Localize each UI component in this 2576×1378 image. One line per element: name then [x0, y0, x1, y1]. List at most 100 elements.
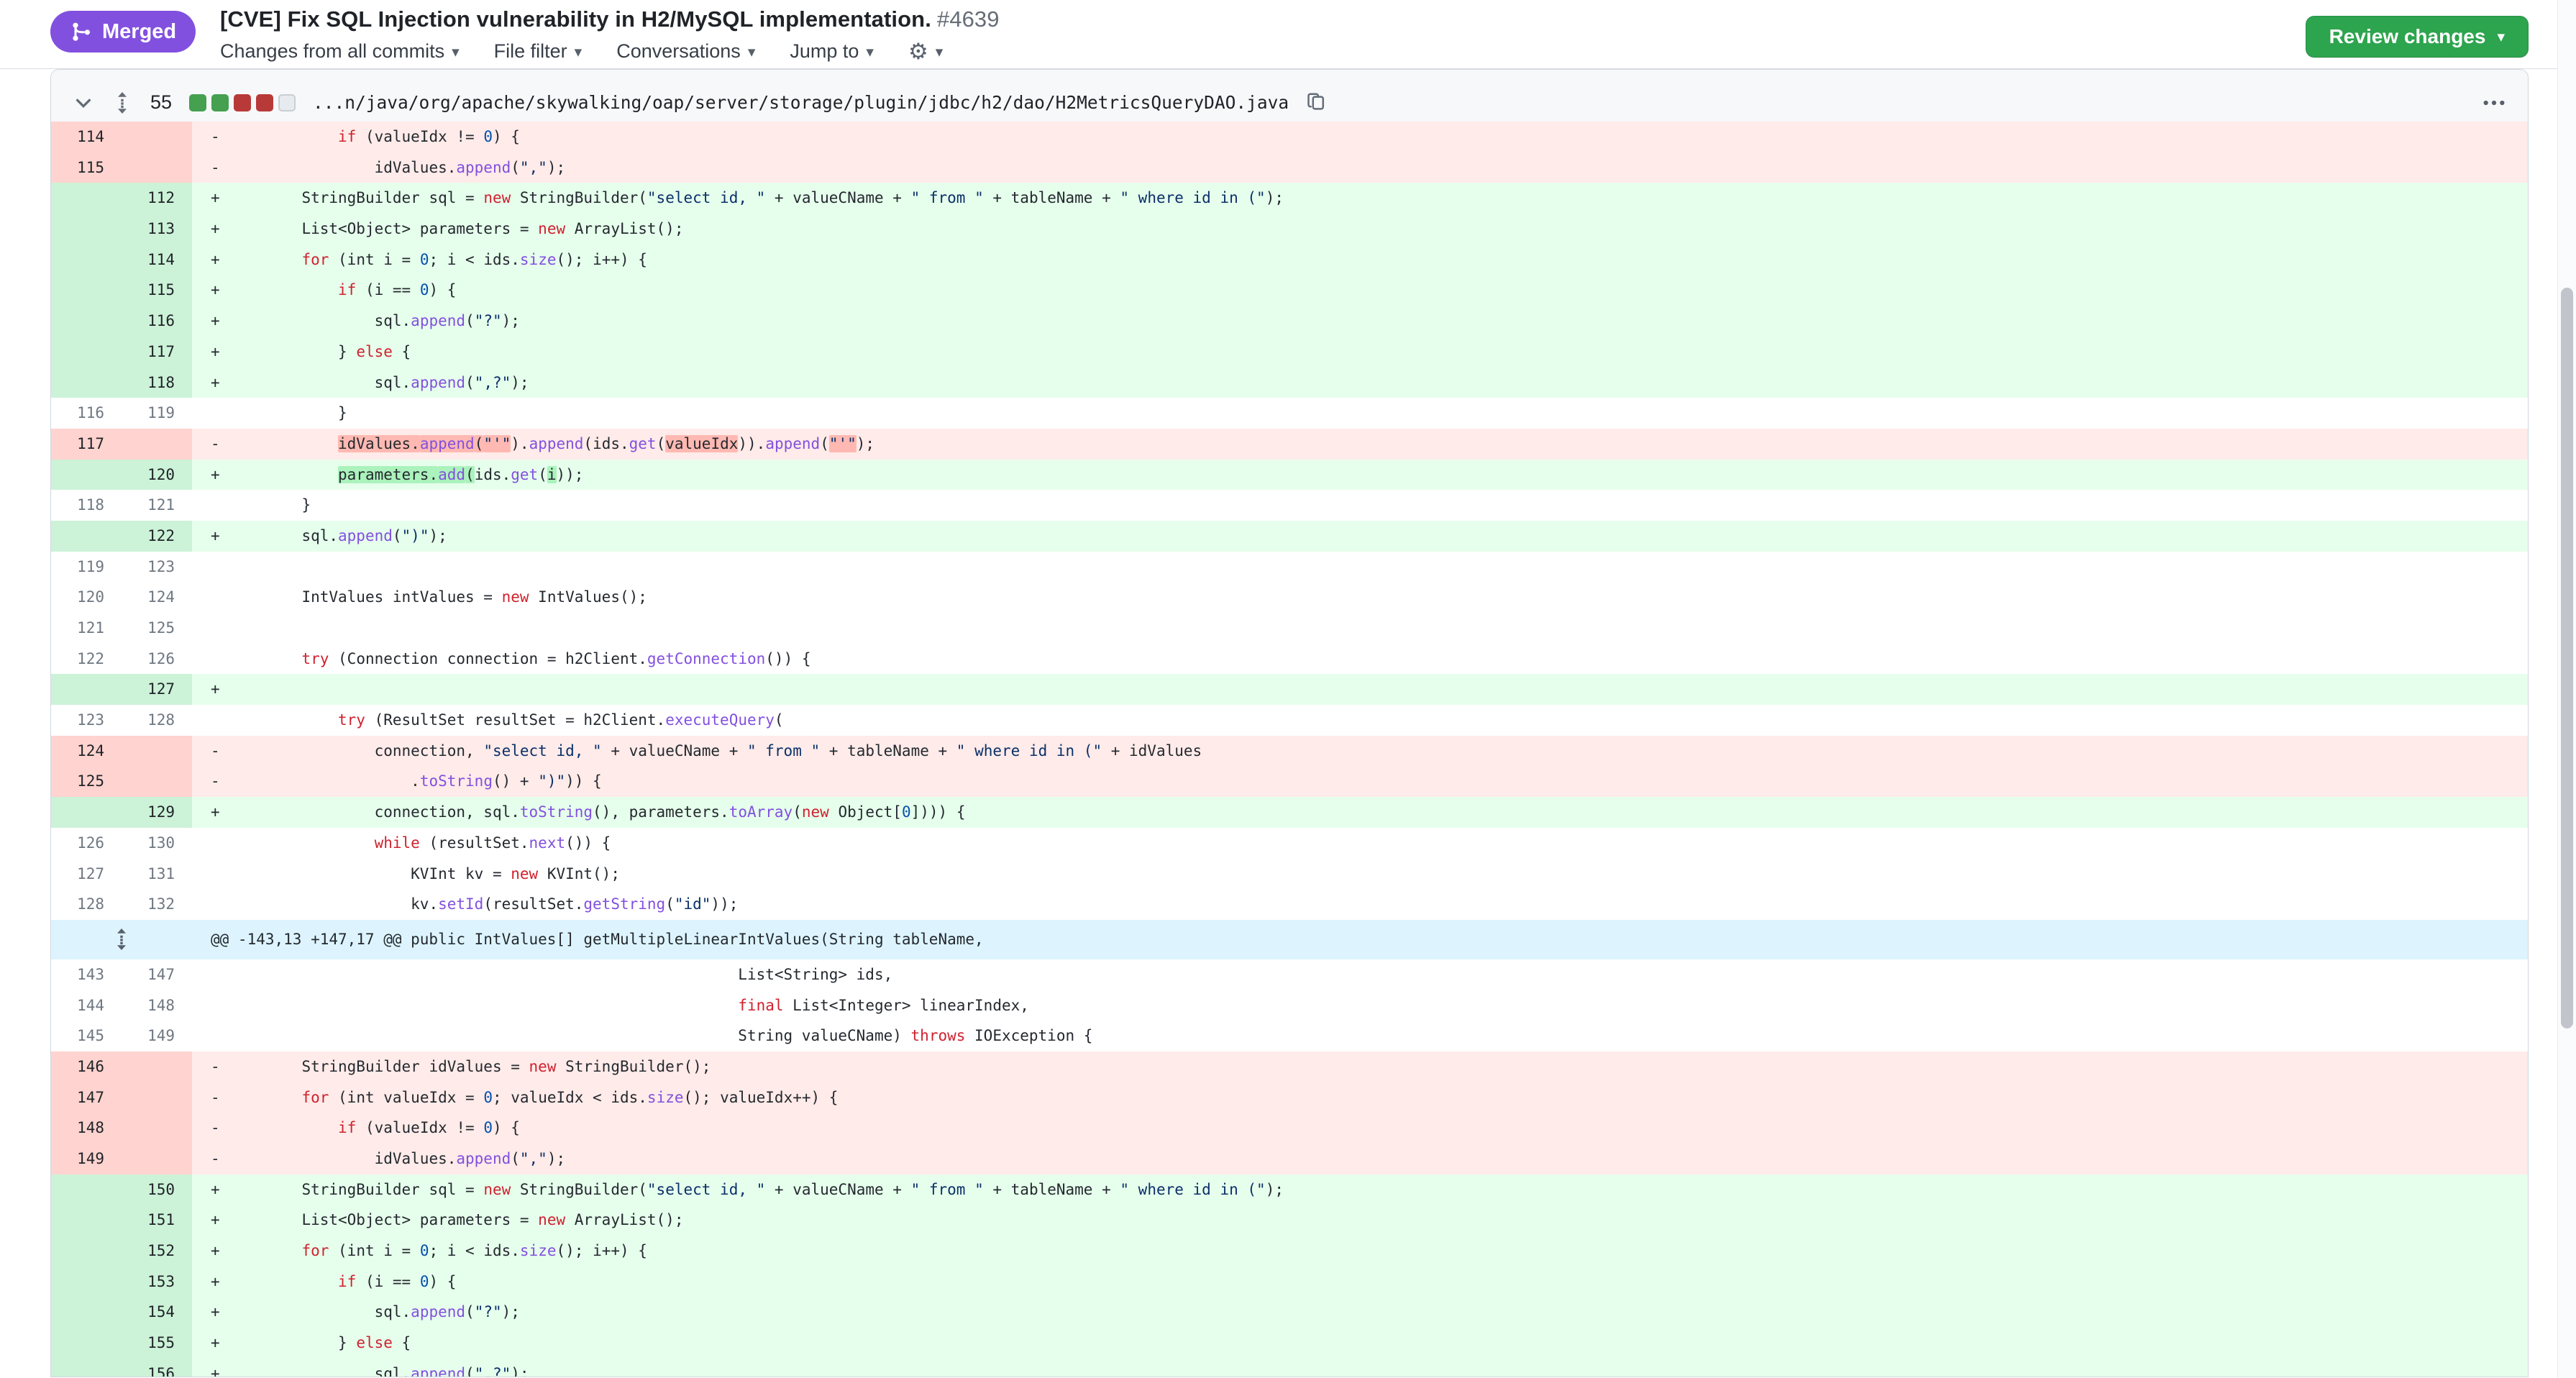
- old-line-number[interactable]: [51, 797, 122, 828]
- old-line-number[interactable]: [51, 183, 122, 214]
- new-line-number[interactable]: 119: [122, 398, 192, 429]
- old-line-number[interactable]: [51, 674, 122, 705]
- old-line-number[interactable]: 119: [51, 552, 122, 583]
- new-line-number[interactable]: 156: [122, 1359, 192, 1377]
- new-line-number[interactable]: 113: [122, 214, 192, 245]
- old-line-number[interactable]: [51, 1205, 122, 1236]
- old-line-number[interactable]: 147: [51, 1082, 122, 1113]
- copy-path-icon[interactable]: [1306, 93, 1326, 113]
- old-line-number[interactable]: [51, 368, 122, 398]
- new-line-number[interactable]: 124: [122, 582, 192, 613]
- old-line-number[interactable]: 149: [51, 1144, 122, 1174]
- old-line-number[interactable]: 143: [51, 959, 122, 990]
- old-line-number[interactable]: [51, 1359, 122, 1377]
- code-token: IntValues();: [529, 588, 647, 606]
- diff-settings-button[interactable]: ⚙▾: [908, 40, 943, 63]
- review-changes-button[interactable]: Review changes▾: [2306, 16, 2529, 58]
- old-line-number[interactable]: [51, 1174, 122, 1205]
- new-line-number[interactable]: [122, 429, 192, 460]
- old-line-number[interactable]: 148: [51, 1113, 122, 1144]
- new-line-number[interactable]: 130: [122, 828, 192, 859]
- new-line-number[interactable]: 148: [122, 990, 192, 1021]
- file-drag-handle-icon[interactable]: [111, 90, 133, 116]
- old-line-number[interactable]: [51, 275, 122, 306]
- diff-marker: -: [211, 772, 229, 790]
- hunk-unfold-icon[interactable]: [51, 920, 192, 959]
- new-line-number[interactable]: 115: [122, 275, 192, 306]
- new-line-number[interactable]: 125: [122, 613, 192, 644]
- old-line-number[interactable]: 118: [51, 490, 122, 521]
- old-line-number[interactable]: [51, 1328, 122, 1359]
- new-line-number[interactable]: 147: [122, 959, 192, 990]
- old-line-number[interactable]: [51, 1297, 122, 1328]
- new-line-number[interactable]: 126: [122, 644, 192, 675]
- new-line-number[interactable]: 150: [122, 1174, 192, 1205]
- old-line-number[interactable]: 124: [51, 736, 122, 767]
- nav-changes-from-all-commits[interactable]: Changes from all commits▾: [220, 40, 460, 63]
- code-token: (: [393, 527, 402, 544]
- new-line-number[interactable]: 154: [122, 1297, 192, 1328]
- new-line-number[interactable]: 127: [122, 674, 192, 705]
- old-line-number[interactable]: 144: [51, 990, 122, 1021]
- file-path[interactable]: ...n/java/org/apache/skywalking/oap/serv…: [313, 92, 1289, 113]
- old-line-number[interactable]: [51, 306, 122, 337]
- new-line-number[interactable]: 116: [122, 306, 192, 337]
- old-line-number[interactable]: 146: [51, 1051, 122, 1082]
- old-line-number[interactable]: [51, 214, 122, 245]
- new-line-number[interactable]: 129: [122, 797, 192, 828]
- new-line-number[interactable]: [122, 1051, 192, 1082]
- nav-file-filter[interactable]: File filter▾: [494, 40, 583, 63]
- new-line-number[interactable]: 123: [122, 552, 192, 583]
- new-line-number[interactable]: 128: [122, 705, 192, 736]
- new-line-number[interactable]: [122, 152, 192, 183]
- scrollbar-thumb[interactable]: [2561, 288, 2573, 1028]
- new-line-number[interactable]: 155: [122, 1328, 192, 1359]
- new-line-number[interactable]: 122: [122, 521, 192, 552]
- old-line-number[interactable]: [51, 1236, 122, 1267]
- old-line-number[interactable]: 117: [51, 429, 122, 460]
- new-line-number[interactable]: [122, 766, 192, 797]
- old-line-number[interactable]: 121: [51, 613, 122, 644]
- old-line-number[interactable]: [51, 245, 122, 275]
- diffstat[interactable]: [189, 94, 296, 111]
- code-token: (); i++) {: [557, 251, 647, 268]
- file-options-kebab-icon[interactable]: [2482, 98, 2506, 108]
- new-line-number[interactable]: 149: [122, 1021, 192, 1051]
- new-line-number[interactable]: [122, 1082, 192, 1113]
- new-line-number[interactable]: 152: [122, 1236, 192, 1267]
- old-line-number[interactable]: 126: [51, 828, 122, 859]
- old-line-number[interactable]: [51, 521, 122, 552]
- old-line-number[interactable]: 120: [51, 582, 122, 613]
- new-line-number[interactable]: 132: [122, 889, 192, 920]
- old-line-number[interactable]: 128: [51, 889, 122, 920]
- new-line-number[interactable]: 153: [122, 1267, 192, 1297]
- new-line-number[interactable]: 112: [122, 183, 192, 214]
- diff-marker: +: [211, 312, 229, 329]
- new-line-number[interactable]: 114: [122, 245, 192, 275]
- new-line-number[interactable]: [122, 1144, 192, 1174]
- new-line-number[interactable]: 151: [122, 1205, 192, 1236]
- file-collapse-chevron-icon[interactable]: [73, 92, 94, 114]
- new-line-number[interactable]: 118: [122, 368, 192, 398]
- old-line-number[interactable]: [51, 1267, 122, 1297]
- new-line-number[interactable]: 131: [122, 859, 192, 890]
- old-line-number[interactable]: 125: [51, 766, 122, 797]
- old-line-number[interactable]: 114: [51, 122, 122, 152]
- new-line-number[interactable]: 121: [122, 490, 192, 521]
- new-line-number[interactable]: 117: [122, 337, 192, 368]
- new-line-number[interactable]: 120: [122, 460, 192, 490]
- old-line-number[interactable]: [51, 460, 122, 490]
- old-line-number[interactable]: 115: [51, 152, 122, 183]
- nav-conversations[interactable]: Conversations▾: [616, 40, 755, 63]
- new-line-number[interactable]: [122, 736, 192, 767]
- old-line-number[interactable]: 122: [51, 644, 122, 675]
- new-line-number[interactable]: [122, 1113, 192, 1144]
- old-line-number[interactable]: 145: [51, 1021, 122, 1051]
- old-line-number[interactable]: 116: [51, 398, 122, 429]
- nav-jump-to[interactable]: Jump to▾: [790, 40, 874, 63]
- old-line-number[interactable]: 123: [51, 705, 122, 736]
- old-line-number[interactable]: [51, 337, 122, 368]
- old-line-number[interactable]: 127: [51, 859, 122, 890]
- new-line-number[interactable]: [122, 122, 192, 152]
- diff-marker: +: [211, 220, 229, 237]
